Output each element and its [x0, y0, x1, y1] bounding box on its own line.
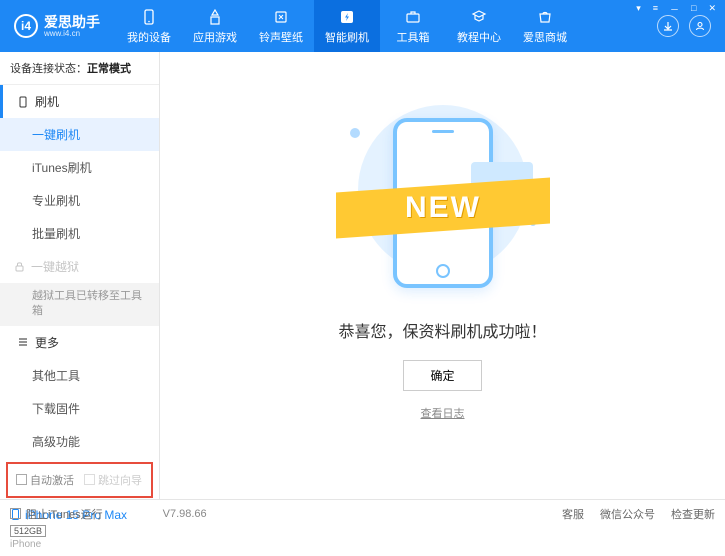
banner-text: NEW — [405, 191, 481, 225]
lock-icon — [14, 261, 25, 272]
ringtone-icon — [272, 8, 290, 26]
more-icon — [17, 336, 29, 348]
logo-icon: i4 — [14, 14, 38, 38]
window-menu[interactable]: ▾ — [633, 2, 644, 17]
sidebar-jailbreak-note: 越狱工具已转移至工具箱 — [0, 283, 159, 326]
window-maximize[interactable]: □ — [688, 2, 699, 17]
nav-tutorials[interactable]: 教程中心 — [446, 0, 512, 52]
nav-store[interactable]: 爱思商城 — [512, 0, 578, 52]
footer-link-wechat[interactable]: 微信公众号 — [600, 506, 655, 522]
connection-status: 设备连接状态：正常模式 — [0, 52, 159, 85]
device-type: iPhone — [10, 539, 149, 550]
footer-link-support[interactable]: 客服 — [562, 506, 584, 522]
ok-button[interactable]: 确定 — [403, 360, 481, 391]
sidebar-flash-header[interactable]: 刷机 — [0, 85, 159, 118]
device-icon — [140, 8, 158, 26]
toolbox-icon — [404, 8, 422, 26]
auto-activate-checkbox[interactable]: 自动激活 — [16, 472, 74, 488]
footer-link-update[interactable]: 检查更新 — [671, 506, 715, 522]
nav-smart-flash[interactable]: 智能刷机 — [314, 0, 380, 52]
view-log-link[interactable]: 查看日志 — [421, 405, 465, 421]
sidebar-item-one-click-flash[interactable]: 一键刷机 — [0, 118, 159, 151]
flash-icon — [338, 8, 356, 26]
main-content: NEW 恭喜您，保资料刷机成功啦！ 确定 查看日志 — [160, 52, 725, 499]
sidebar-jailbreak-header: 一键越狱 — [0, 250, 159, 283]
sidebar-item-pro-flash[interactable]: 专业刷机 — [0, 184, 159, 217]
options-highlight-box: 自动激活 跳过向导 — [6, 462, 153, 498]
window-tray[interactable]: ≡ — [650, 2, 661, 17]
download-button[interactable] — [657, 15, 679, 37]
sidebar-item-itunes-flash[interactable]: iTunes刷机 — [0, 151, 159, 184]
nav-ringtones[interactable]: 铃声壁纸 — [248, 0, 314, 52]
sidebar-more-header[interactable]: 更多 — [0, 326, 159, 359]
block-itunes-checkbox[interactable]: 阻止iTunes运行 — [10, 506, 103, 522]
app-name: 爱思助手 — [44, 15, 100, 29]
logo[interactable]: i4 爱思助手 www.i4.cn — [8, 14, 106, 38]
window-close[interactable]: ✕ — [705, 2, 719, 17]
apps-icon — [206, 8, 224, 26]
sidebar: 设备连接状态：正常模式 刷机 一键刷机 iTunes刷机 专业刷机 批量刷机 一… — [0, 52, 160, 499]
sidebar-item-advanced[interactable]: 高级功能 — [0, 425, 159, 458]
skip-guide-checkbox[interactable]: 跳过向导 — [84, 472, 142, 488]
sidebar-item-batch-flash[interactable]: 批量刷机 — [0, 217, 159, 250]
header: i4 爱思助手 www.i4.cn 我的设备 应用游戏 铃声壁纸 智能刷机 工具… — [0, 0, 725, 52]
nav-my-device[interactable]: 我的设备 — [116, 0, 182, 52]
phone-icon — [17, 96, 29, 108]
sidebar-item-download-firmware[interactable]: 下载固件 — [0, 392, 159, 425]
sidebar-item-other-tools[interactable]: 其他工具 — [0, 359, 159, 392]
store-icon — [536, 8, 554, 26]
tutorial-icon — [470, 8, 488, 26]
nav-apps[interactable]: 应用游戏 — [182, 0, 248, 52]
version-label: V7.98.66 — [163, 508, 207, 520]
app-url: www.i4.cn — [44, 29, 100, 38]
top-nav: 我的设备 应用游戏 铃声壁纸 智能刷机 工具箱 教程中心 爱思商城 — [116, 0, 657, 52]
nav-toolbox[interactable]: 工具箱 — [380, 0, 446, 52]
window-minimize[interactable]: － — [667, 2, 682, 17]
success-message: 恭喜您，保资料刷机成功啦！ — [338, 318, 546, 342]
success-illustration: NEW — [338, 100, 548, 290]
user-button[interactable] — [689, 15, 711, 37]
